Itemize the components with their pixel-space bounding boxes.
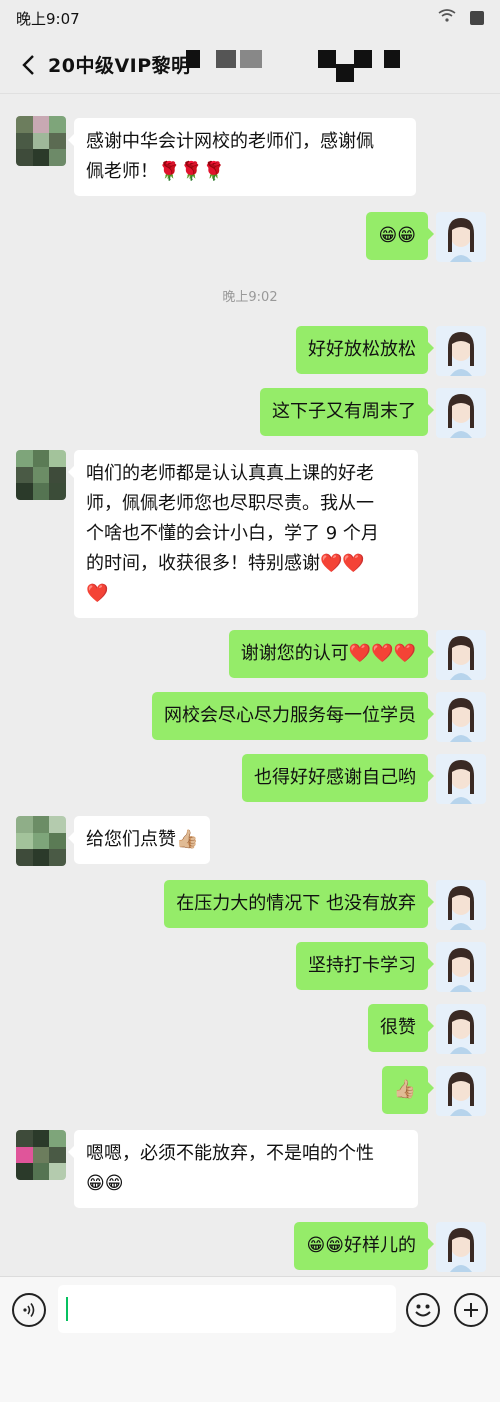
redaction-block (384, 50, 400, 68)
message-bubble-outgoing[interactable]: 👍🏼 (381, 1066, 435, 1114)
wifi-icon (438, 9, 456, 27)
message-bubble-incoming[interactable]: 感谢中华会计网校的老师们，感谢佩 佩老师！🌹🌹🌹 (68, 118, 416, 196)
voice-icon[interactable] (12, 1293, 46, 1327)
redaction-block (318, 50, 336, 68)
contact-avatar[interactable] (16, 1130, 66, 1180)
user-avatar[interactable] (436, 1222, 486, 1272)
user-avatar[interactable] (436, 692, 486, 742)
user-avatar[interactable] (436, 388, 486, 438)
text-caret (66, 1297, 68, 1321)
message-text: 师，佩佩老师您也尽职尽责。我从一 (86, 493, 374, 514)
redaction-block (354, 50, 372, 68)
message-text: 个啥也不懂的会计小白，学了 9 个月 (86, 523, 379, 544)
redaction-block (336, 64, 354, 82)
message-text: 也得好好感谢自己哟 (254, 767, 416, 788)
message-bubble-incoming[interactable]: 给您们点赞👍🏼 (67, 816, 211, 864)
message-bubble-outgoing[interactable]: 好好放松放松 (296, 326, 434, 374)
plus-icon[interactable] (454, 1293, 488, 1327)
contact-avatar[interactable] (16, 450, 66, 500)
message-text: 在压力大的情况下 也没有放弃 (176, 893, 416, 914)
message-input[interactable] (58, 1285, 396, 1333)
message-bubble-incoming[interactable]: 咱们的老师都是认认真真上课的好老 师，佩佩老师您也尽职尽责。我从一 个啥也不懂的… (68, 450, 418, 618)
message-text: 给您们点赞👍🏼 (86, 829, 199, 850)
user-avatar[interactable] (436, 630, 486, 680)
chevron-left-icon[interactable] (14, 51, 42, 79)
message-text: 😁😁 (378, 225, 416, 246)
contact-avatar[interactable] (16, 116, 66, 166)
redaction-block (240, 50, 262, 68)
message-text: 很赞 (380, 1017, 416, 1038)
user-avatar[interactable] (436, 880, 486, 930)
message-text: 佩老师！🌹🌹🌹 (86, 161, 226, 182)
message-bubble-outgoing[interactable]: 也得好好感谢自己哟 (242, 754, 434, 802)
message-text: 好好放松放松 (308, 339, 416, 360)
message-bubble-outgoing[interactable]: 😁😁 (366, 212, 434, 260)
message-text: 谢谢您的认可❤️❤️❤️ (240, 643, 416, 664)
redaction-block (216, 50, 236, 68)
message-bubble-outgoing[interactable]: 很赞 (368, 1004, 434, 1052)
emoji-icon[interactable] (406, 1293, 440, 1327)
message-timestamp: 晚上9:02 (222, 290, 278, 305)
user-avatar[interactable] (436, 326, 486, 376)
message-bubble-outgoing[interactable]: 在压力大的情况下 也没有放弃 (164, 880, 434, 928)
user-avatar[interactable] (436, 1004, 486, 1054)
battery-icon (470, 11, 484, 25)
message-text: 坚持打卡学习 (308, 955, 416, 976)
user-avatar[interactable] (436, 212, 486, 262)
message-text: 网校会尽心尽力服务每一位学员 (164, 705, 416, 726)
message-text: 这下子又有周末了 (272, 401, 416, 422)
message-text: 嗯嗯，必须不能放弃，不是咱的个性 (86, 1143, 374, 1164)
status-bar: 晚上9:07 (0, 0, 500, 36)
redaction-block (186, 50, 200, 68)
message-bubble-incoming[interactable]: 嗯嗯，必须不能放弃，不是咱的个性 😁😁 (68, 1130, 418, 1208)
message-bubble-outgoing[interactable]: 这下子又有周末了 (260, 388, 434, 436)
message-bubble-outgoing[interactable]: 网校会尽心尽力服务每一位学员 (152, 692, 434, 740)
input-bar (0, 1276, 500, 1402)
message-text: 感谢中华会计网校的老师们，感谢佩 (86, 131, 374, 152)
contact-avatar[interactable] (16, 816, 66, 866)
user-avatar[interactable] (436, 942, 486, 992)
status-icons (438, 9, 484, 27)
user-avatar[interactable] (436, 754, 486, 804)
status-time: 晚上9:07 (16, 9, 80, 28)
message-text: 👍🏼 (393, 1079, 416, 1100)
message-text: 咱们的老师都是认认真真上课的好老 (86, 463, 374, 484)
message-text: 的时间，收获很多！特别感谢❤️❤️ (86, 553, 365, 574)
message-text: ❤️ (86, 583, 109, 604)
message-text: 😁😁 (86, 1173, 124, 1194)
message-bubble-outgoing[interactable]: 😁😁好样儿的 (294, 1222, 434, 1270)
user-avatar[interactable] (436, 1066, 486, 1116)
chat-area[interactable]: 感谢中华会计网校的老师们，感谢佩 佩老师！🌹🌹🌹 😁😁 晚上9:02 好好放松放… (0, 94, 500, 1276)
message-text: 😁😁好样儿的 (306, 1235, 416, 1256)
chat-title: 20中级VIP黎明 (48, 55, 191, 77)
message-bubble-outgoing[interactable]: 坚持打卡学习 (296, 942, 434, 990)
message-bubble-outgoing[interactable]: 谢谢您的认可❤️❤️❤️ (228, 630, 435, 678)
